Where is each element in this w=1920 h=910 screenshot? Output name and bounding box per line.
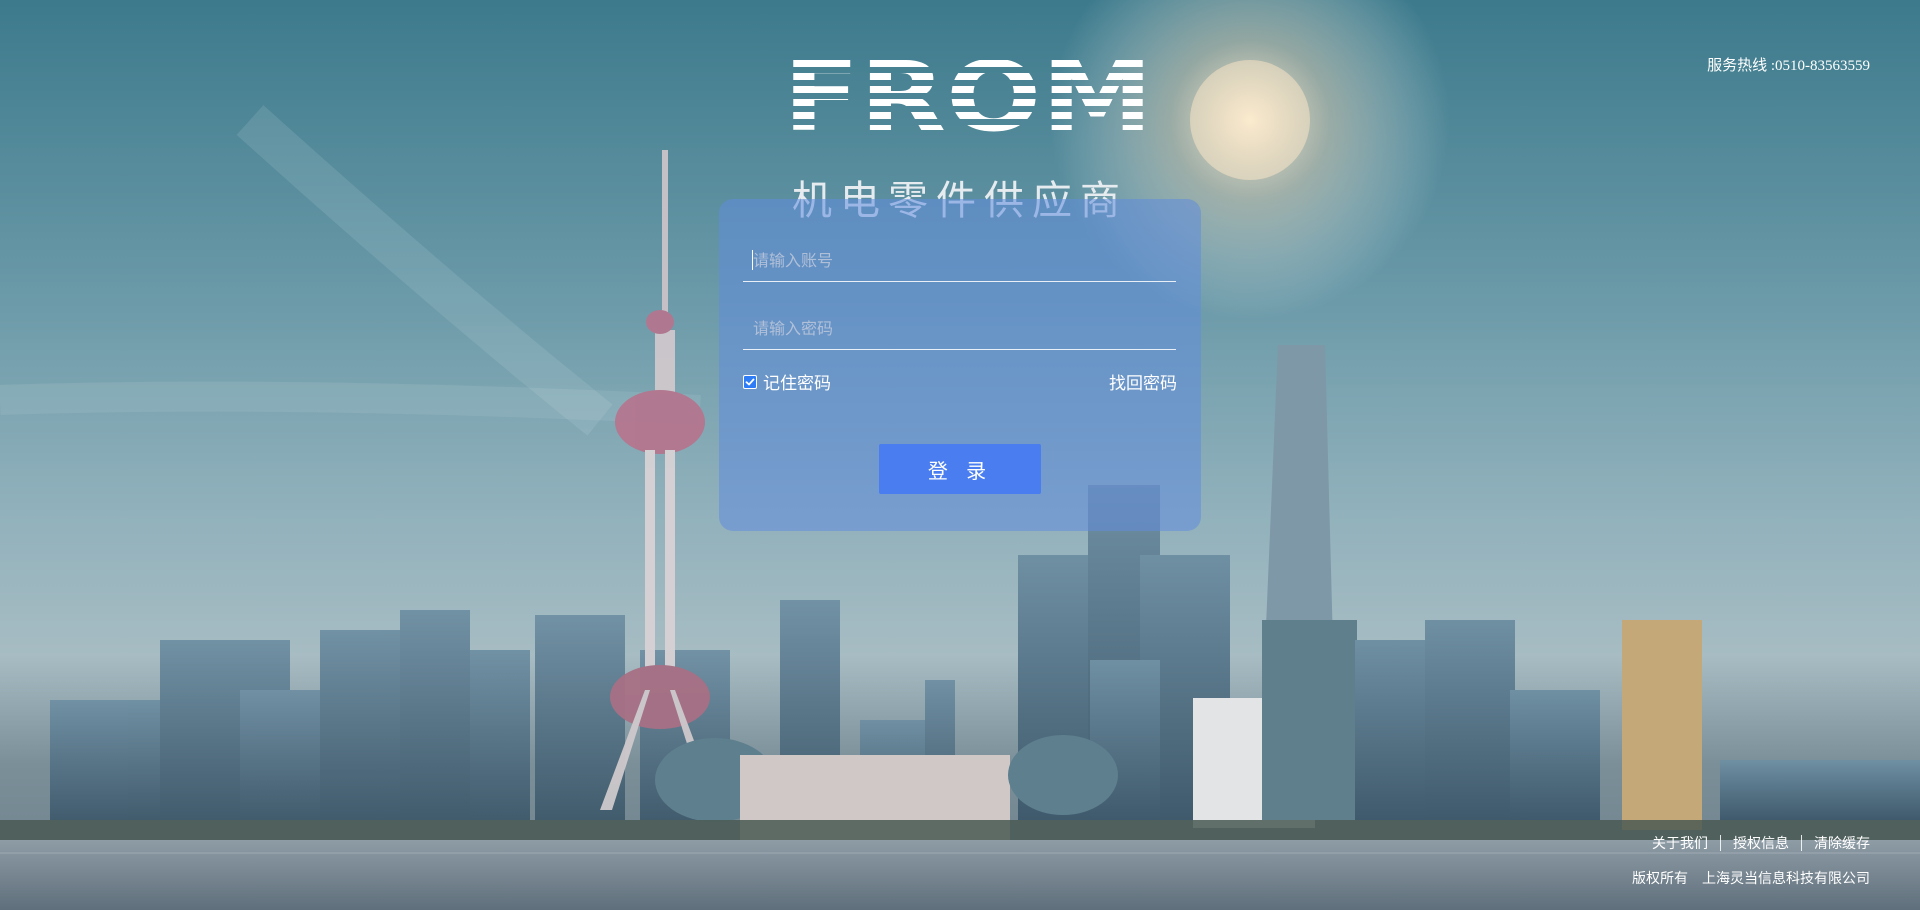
login-page: 服务热线 :0510-83563559 FROM 机电零件供应商 xyxy=(0,0,1920,910)
check-icon xyxy=(745,378,755,385)
password-field-wrapper xyxy=(743,309,1176,350)
checkbox-checked-icon[interactable] xyxy=(743,374,757,389)
license-info-link[interactable]: 授权信息 xyxy=(1721,833,1801,853)
company-name: 上海灵当信息科技有限公司 xyxy=(1702,870,1870,886)
forgot-password-link[interactable]: 找回密码 xyxy=(1109,369,1177,394)
remember-password-label: 记住密码 xyxy=(763,374,831,393)
text-caret xyxy=(752,250,753,270)
logo-text: FROM xyxy=(783,60,1153,134)
tower xyxy=(600,150,720,810)
password-input[interactable] xyxy=(743,309,1176,347)
clear-cache-link[interactable]: 清除缓存 xyxy=(1802,833,1870,853)
username-input[interactable] xyxy=(743,241,1176,279)
copyright: 版权所有 上海灵当信息科技有限公司 xyxy=(1632,868,1870,888)
remember-password-toggle[interactable]: 记住密码 xyxy=(743,369,831,394)
from-logo: FROM xyxy=(783,60,1153,134)
login-form: 记住密码 找回密码 登 录 xyxy=(719,199,1201,531)
copyright-label: 版权所有 xyxy=(1632,870,1688,886)
username-field-wrapper xyxy=(743,241,1176,282)
about-us-link[interactable]: 关于我们 xyxy=(1640,833,1720,853)
footer-links: 关于我们 授权信息 清除缓存 xyxy=(1640,833,1870,853)
service-hotline: 服务热线 :0510-83563559 xyxy=(1707,58,1870,74)
login-button[interactable]: 登 录 xyxy=(879,444,1041,494)
